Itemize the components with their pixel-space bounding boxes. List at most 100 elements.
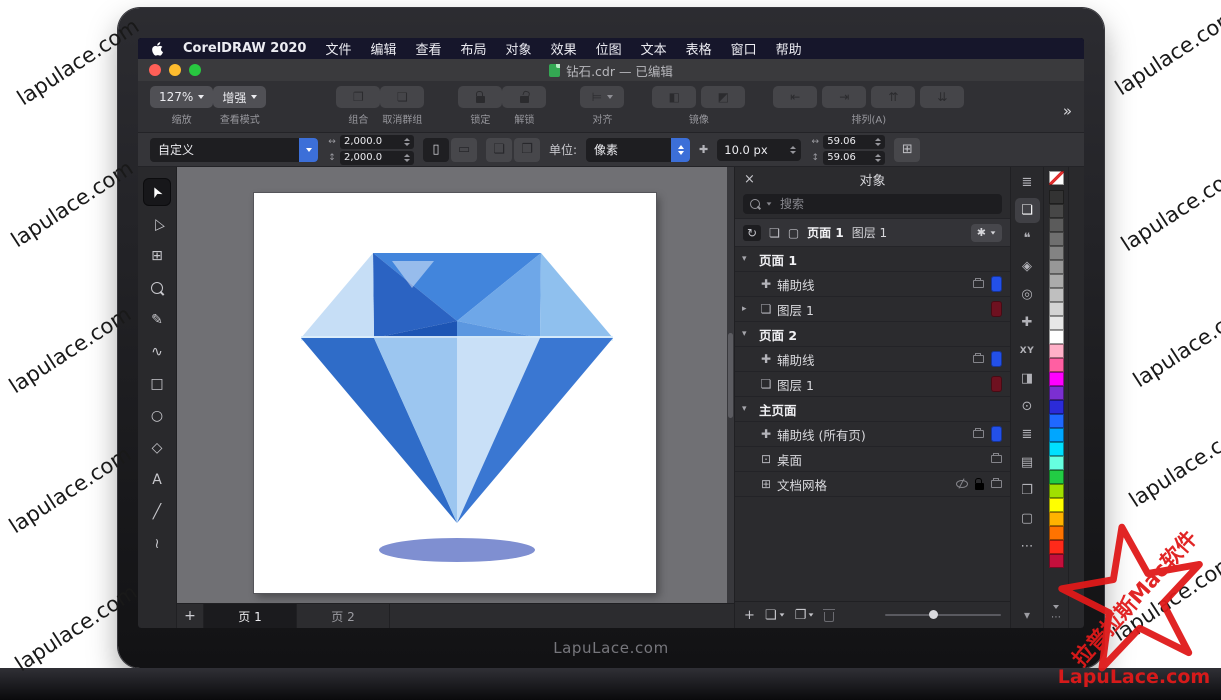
docker-tab-step-repeat[interactable]: ❐ [1015, 478, 1040, 503]
units-dropdown-button[interactable] [671, 138, 690, 162]
objects-tree-row[interactable]: ▾主页面 [735, 397, 1010, 422]
color-swatch[interactable] [1049, 344, 1064, 358]
arrange-forward-button[interactable]: ⇈ [871, 86, 915, 108]
color-swatch[interactable] [1049, 302, 1064, 316]
objects-tree-row[interactable]: ✚辅助线 (所有页) [735, 422, 1010, 447]
objects-tree-row[interactable]: ✚辅助线 [735, 347, 1010, 372]
color-swatch[interactable] [1049, 218, 1064, 232]
color-swatch[interactable] [1049, 232, 1064, 246]
color-swatch[interactable] [1049, 512, 1064, 526]
new-layer-button[interactable]: ❏ [765, 608, 785, 623]
add-object-button[interactable]: + [744, 608, 755, 623]
all-pages-button[interactable]: ❐ [514, 138, 540, 162]
menu-window[interactable]: 窗口 [731, 39, 757, 58]
docker-tab-comments[interactable]: ❝ [1015, 226, 1040, 251]
color-swatch[interactable] [1049, 484, 1064, 498]
polygon-tool[interactable]: ◇ [144, 435, 170, 461]
canvas[interactable] [177, 167, 734, 603]
pages-view-icon[interactable]: ▢ [788, 226, 799, 240]
objects-tree-row[interactable]: ⊞文档网格 [735, 472, 1010, 497]
pick-tool[interactable]: ➤ [144, 179, 170, 205]
ellipse-tool[interactable]: ○ [144, 403, 170, 429]
dropdown-button[interactable] [299, 138, 318, 162]
docker-tab-find-replace[interactable]: ⊙ [1015, 394, 1040, 419]
disclosure-icon[interactable]: ▸ [742, 304, 757, 314]
landscape-button[interactable]: ▭ [451, 138, 477, 162]
arrange-back-button[interactable]: ⇥ [822, 86, 866, 108]
units-dropdown[interactable]: 像素 [586, 138, 690, 162]
close-window-button[interactable] [149, 64, 161, 76]
objects-tree-row[interactable]: ⊡桌面 [735, 447, 1010, 472]
stepper[interactable] [404, 138, 412, 146]
stepper[interactable] [875, 138, 883, 146]
disclosure-icon[interactable]: ▾ [742, 254, 757, 264]
diamond-artwork[interactable] [254, 193, 656, 593]
duplicate-y-field[interactable]: 59.06 [823, 151, 885, 165]
printer-icon[interactable] [973, 280, 984, 288]
tab-strip-scroll-icon[interactable]: ▾ [1024, 608, 1030, 628]
freehand-tool[interactable]: ✎ [144, 307, 170, 333]
ungroup-button[interactable]: ❏ [380, 86, 424, 108]
color-swatch[interactable] [1049, 288, 1064, 302]
menu-bitmaps[interactable]: 位图 [596, 39, 622, 58]
objects-tree-row[interactable]: ▾页面 2 [735, 322, 1010, 347]
align-dropdown[interactable]: ⊨ [580, 86, 624, 108]
lock-icon[interactable] [975, 483, 984, 490]
rectangle-tool[interactable]: □ [144, 371, 170, 397]
current-page-button[interactable]: ❏ [486, 138, 512, 162]
objects-tree-row[interactable]: ▸❏图层 1 [735, 297, 1010, 322]
color-swatch[interactable] [1049, 400, 1064, 414]
portrait-button[interactable]: ▯ [423, 138, 449, 162]
mirror-vertical-button[interactable]: ◩ [701, 86, 745, 108]
menu-object[interactable]: 对象 [506, 39, 532, 58]
menu-effects[interactable]: 效果 [551, 39, 577, 58]
artistic-media-tool[interactable]: ∿ [144, 339, 170, 365]
zoom-tool[interactable] [144, 275, 170, 301]
connector-tool[interactable]: ≀ [144, 531, 170, 557]
close-docker-icon[interactable]: × [744, 172, 760, 187]
delete-button[interactable] [824, 609, 834, 622]
zoom-level-dropdown[interactable]: 127% [150, 86, 213, 108]
group-button[interactable]: ❐ [336, 86, 380, 108]
color-swatch[interactable] [1049, 526, 1064, 540]
page-tab-2[interactable]: 页 2 [297, 604, 390, 628]
line-tool[interactable]: ╱ [144, 499, 170, 525]
color-swatch[interactable] [1049, 260, 1064, 274]
new-master-layer-button[interactable]: ❐ [795, 608, 815, 623]
color-swatch[interactable] [1049, 204, 1064, 218]
stepper[interactable] [404, 154, 412, 162]
layer-color-chip[interactable] [991, 351, 1002, 367]
shape-tool[interactable]: ▷ [144, 211, 170, 237]
layer-color-chip[interactable] [991, 301, 1002, 317]
toolbar-overflow-button[interactable]: » [1063, 98, 1072, 120]
layer-color-chip[interactable] [991, 376, 1002, 392]
disclosure-icon[interactable]: ▾ [742, 329, 757, 339]
docker-tab-transform[interactable]: ✚ [1015, 310, 1040, 335]
menu-help[interactable]: 帮助 [776, 39, 802, 58]
arrange-front-button[interactable]: ⇤ [773, 86, 817, 108]
color-swatch[interactable] [1049, 442, 1064, 456]
menu-table[interactable]: 表格 [686, 39, 712, 58]
menu-file[interactable]: 文件 [325, 39, 351, 58]
docker-tab-styles[interactable]: ◈ [1015, 254, 1040, 279]
color-swatch[interactable] [1049, 470, 1064, 484]
color-swatch[interactable] [1049, 498, 1064, 512]
color-swatch[interactable] [1049, 358, 1064, 372]
color-swatch[interactable] [1049, 456, 1064, 470]
objects-tree-row[interactable]: ✚辅助线 [735, 272, 1010, 297]
docker-tab-symbols[interactable]: ◎ [1015, 282, 1040, 307]
arrange-backward-button[interactable]: ⇊ [920, 86, 964, 108]
treat-as-filled-button[interactable]: ⊞ [894, 138, 920, 162]
no-color-swatch[interactable] [1049, 171, 1064, 185]
color-swatch[interactable] [1049, 316, 1064, 330]
mirror-horizontal-button[interactable]: ◧ [652, 86, 696, 108]
position-x-field[interactable]: 2,000.0 [340, 135, 414, 149]
color-swatch[interactable] [1049, 246, 1064, 260]
color-swatch[interactable] [1049, 554, 1064, 568]
palette-scroll-down-icon[interactable] [1053, 605, 1059, 609]
color-swatch[interactable] [1049, 274, 1064, 288]
stepper[interactable] [790, 146, 798, 154]
thumbnail-size-slider[interactable] [885, 614, 1001, 616]
docker-tab-frame[interactable]: ▢ [1015, 506, 1040, 531]
page-tab-1[interactable]: 页 1 [204, 604, 297, 628]
